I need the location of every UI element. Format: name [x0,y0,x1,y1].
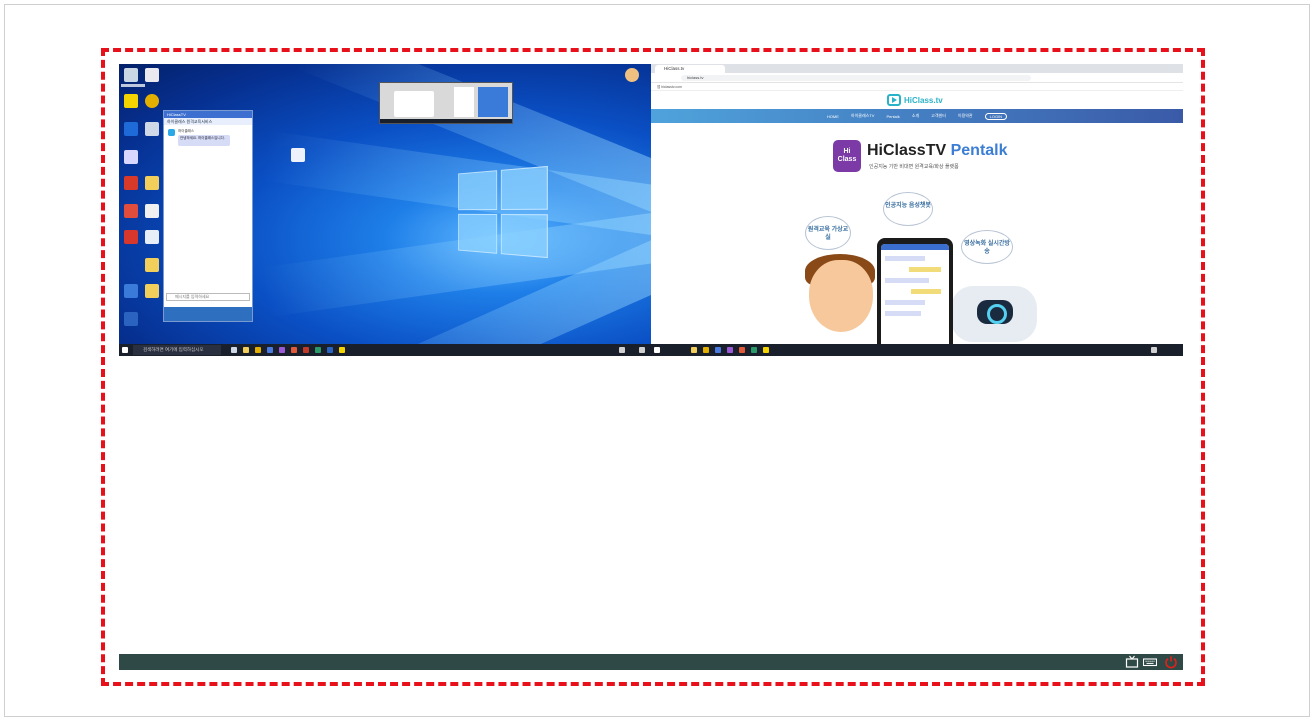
recycle-bin-icon[interactable] [124,68,138,82]
play-icon [887,94,901,106]
taskbar-search[interactable]: 검색하려면 여기에 입력하십시오 [133,345,221,355]
app-icon[interactable] [124,312,138,326]
file-icon[interactable] [145,230,159,244]
tray-icon[interactable] [1151,347,1157,353]
browser-tabstrip: HiClass.tv [651,64,1183,73]
nav-support[interactable]: 고객센터 [931,113,946,119]
chat-input[interactable]: 메시지를 입력하세요 [166,293,250,301]
tv-icon[interactable] [1125,655,1139,669]
nav-hiclasstv[interactable]: 하이클래스TV [851,113,875,119]
brand-title: HiClassTV Pentalk [867,142,1008,160]
app-icon[interactable] [751,347,757,353]
document-icon[interactable] [145,68,159,82]
windows-desktop: HiClassTV 하이클래스 원격교육서비스 하이클래스 안녕하세요. 하이클… [119,64,651,356]
nav-terms[interactable]: 이용약관 [958,113,973,119]
app-icon[interactable] [739,347,745,353]
nav-pentalk[interactable]: Pentalk [886,114,899,119]
folder-icon[interactable] [691,347,697,353]
pdf-icon[interactable] [124,230,138,244]
site-logo[interactable]: HiClass.tv [887,93,943,107]
app-icon[interactable] [327,347,333,353]
chrome-icon[interactable] [145,94,159,108]
icon-label [121,84,145,87]
pdf-icon[interactable] [124,176,138,190]
chrome-icon[interactable] [255,347,261,353]
cartoon-robot [951,286,1037,342]
windows-logo [458,165,548,259]
chat-sender: 하이클래스 [178,129,195,133]
speech-bubble-top: 인공지능 음성챗봇 [883,192,933,226]
nav-home[interactable]: HOME [827,114,839,119]
tray-icon[interactable] [619,347,625,353]
url-field[interactable]: hiclass.tv [681,75,1031,81]
chrome-icon[interactable] [703,347,709,353]
phone-mockup [877,238,953,356]
brand-title-accent: Pentalk [950,142,1008,159]
windows-taskbar: 검색하려면 여기에 입력하십시오 [119,344,651,356]
logo-line-1: Hi [843,148,851,155]
hiclass-logo: Hi Class [833,140,861,172]
login-button[interactable]: LOGIN [984,112,1008,120]
speech-bubble-right: 영상녹화 실시간방송 [961,230,1013,264]
folder-icon[interactable] [145,258,159,272]
windows-start-icon[interactable] [654,347,660,353]
folder-icon[interactable] [243,347,249,353]
notification-icon[interactable] [639,347,645,353]
cartoon-boy [809,260,873,332]
app-icon[interactable] [291,347,297,353]
edge-icon[interactable] [124,122,138,136]
brand-title-main: HiClassTV [867,142,947,159]
kakaotalk-icon[interactable] [339,347,345,353]
app-icon[interactable] [145,122,159,136]
browser-tab[interactable]: HiClass.tv [655,65,725,73]
browser-window: HiClass.tv hiclass.tv 앱 hiclasstv.com Hi… [651,64,1183,356]
speech-bubble-left: 원격교육 가상교실 [805,216,851,250]
file-icon[interactable] [145,204,159,218]
windows-taskbar [651,344,1183,356]
task-view-icon[interactable] [231,347,237,353]
chat-subtitle: 하이클래스 원격교육서비스 [164,118,252,125]
chat-toolbar[interactable] [164,307,252,321]
file-icon[interactable] [291,148,305,162]
nav-about[interactable]: 소개 [912,113,919,119]
keyboard-icon[interactable] [1143,655,1157,669]
logo-line-2: Class [837,156,857,163]
chat-window-title: HiClassTV [164,111,252,118]
power-icon[interactable] [1164,655,1178,669]
shared-screen: HiClassTV 하이클래스 원격교육서비스 하이클래스 안녕하세요. 하이클… [119,64,1183,356]
user-icon[interactable] [625,68,639,82]
site-logo-text: HiClass.tv [904,95,943,105]
app-icon[interactable] [727,347,733,353]
avatar [168,129,175,136]
folder-icon[interactable] [145,176,159,190]
app-icon[interactable] [267,347,273,353]
chat-bubble: 안녕하세요. 하이클래스입니다. [178,135,230,146]
chat-message: 하이클래스 안녕하세요. 하이클래스입니다. [168,129,230,146]
brand-subtitle: 인공지능 기반 비대면 원격교육/화상 플랫폼 [869,164,959,170]
app-icon[interactable] [315,347,321,353]
address-bar-row: hiclass.tv [651,73,1183,83]
bottom-control-bar [119,654,1183,670]
bookmark-bar[interactable]: 앱 hiclasstv.com [651,83,1183,91]
app-icon[interactable] [279,347,285,353]
windows-start-icon[interactable] [122,347,128,353]
shortcut-icon[interactable] [124,150,138,164]
chat-window[interactable]: HiClassTV 하이클래스 원격교육서비스 하이클래스 안녕하세요. 하이클… [163,110,253,322]
app-icon[interactable] [124,284,138,298]
site-nav: HOME 하이클래스TV Pentalk 소개 고객센터 이용약관 LOGIN [651,109,1183,123]
app-icon[interactable] [303,347,309,353]
kakaotalk-icon[interactable] [124,94,138,108]
folder-icon[interactable] [145,284,159,298]
kakaotalk-icon[interactable] [763,347,769,353]
app-icon[interactable] [715,347,721,353]
brand-block: Hi Class HiClassTV Pentalk 인공지능 기반 비대면 원… [833,138,1013,178]
app-icon[interactable] [124,204,138,218]
window-preview-thumbnail[interactable] [379,82,513,124]
